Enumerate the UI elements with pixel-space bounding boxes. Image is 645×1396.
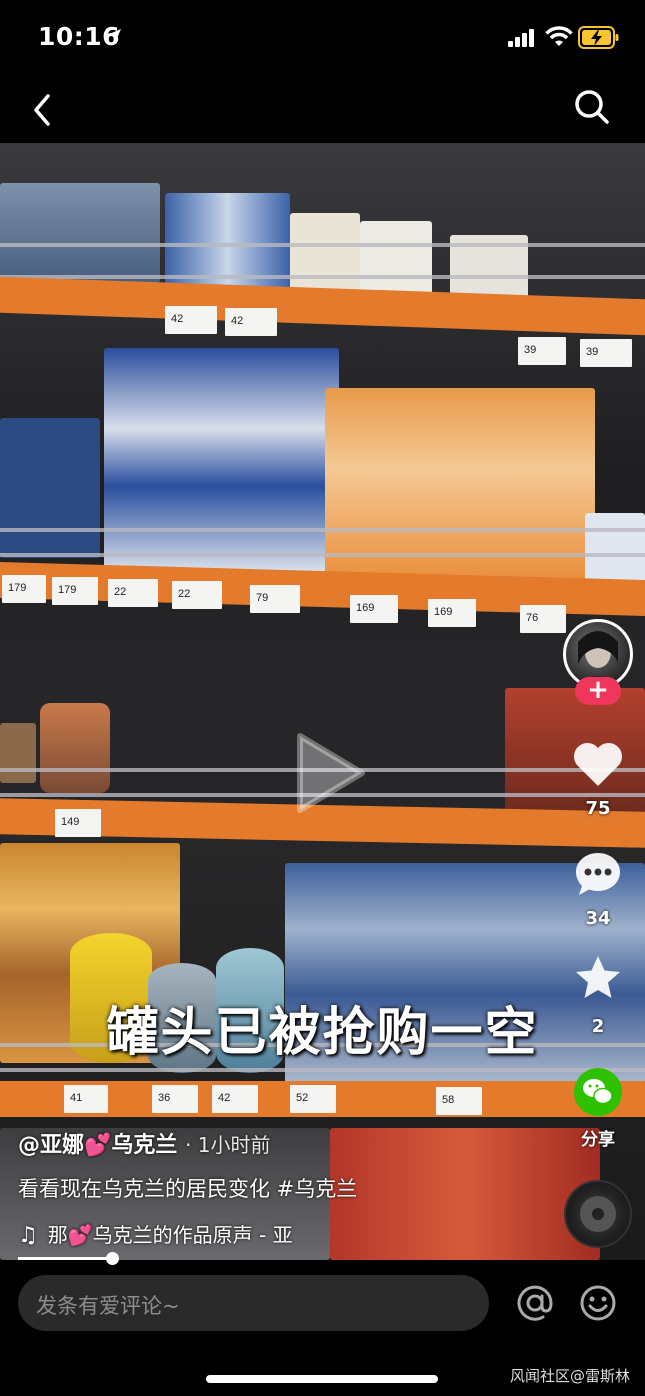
price-tag: 42: [165, 306, 217, 334]
price-tag: 52: [290, 1085, 336, 1113]
comment-input[interactable]: 发条有爱评论~: [18, 1275, 489, 1331]
video-progress-bar[interactable]: [18, 1257, 112, 1260]
wifi-icon: [545, 26, 573, 46]
like-count: 75: [585, 798, 611, 819]
follow-button[interactable]: +: [575, 677, 621, 705]
search-icon[interactable]: [573, 88, 611, 126]
video-subtitle: 罐头已被抢购一空: [106, 1003, 539, 1063]
tuna-boxes: [104, 348, 339, 578]
comment-bubble-icon[interactable]: [574, 850, 622, 898]
author-name[interactable]: @亚娜💕乌克兰: [18, 1133, 177, 1158]
price-tag: 41: [64, 1085, 108, 1113]
wechat-share-icon[interactable]: [573, 1067, 623, 1117]
music-note-icon: ♫: [18, 1223, 38, 1248]
price-tag: 22: [108, 579, 158, 607]
post-time: · 1小时前: [185, 1133, 271, 1157]
favorite-count: 2: [591, 1016, 605, 1037]
play-icon[interactable]: [290, 728, 370, 818]
author-line[interactable]: @亚娜💕乌克兰 · 1小时前: [18, 1127, 271, 1159]
battery-charging-icon: [578, 26, 619, 49]
blue-tins: [0, 418, 100, 558]
emoji-icon[interactable]: [579, 1284, 617, 1322]
mention-at-icon[interactable]: [516, 1284, 554, 1322]
price-tag: 79: [250, 585, 300, 613]
price-tag: 169: [350, 595, 398, 623]
music-line[interactable]: ♫ 那💕乌克兰的作品原声 - 亚: [18, 1219, 293, 1248]
home-indicator[interactable]: [206, 1375, 438, 1383]
price-tag: 76: [520, 605, 566, 633]
price-tag: 36: [152, 1085, 198, 1113]
price-tag: 149: [55, 809, 101, 837]
jar-stack: [0, 723, 36, 783]
red-jars: [330, 1128, 600, 1260]
music-disc[interactable]: [564, 1180, 632, 1248]
video-player[interactable]: 42 42 39 39 179 179 22 22 79 169 169 76 …: [0, 143, 645, 1260]
cellular-signal-icon: [508, 29, 534, 47]
price-tag: 42: [225, 308, 277, 336]
price-tag: 179: [2, 575, 46, 603]
price-tag: 58: [436, 1087, 482, 1115]
price-tag: 22: [172, 581, 222, 609]
price-tag: 42: [212, 1085, 258, 1113]
share-label: 分享: [581, 1130, 615, 1150]
video-description[interactable]: 看看现在乌克兰的居民变化 #乌克兰: [18, 1173, 357, 1203]
rio-mare-tins: [325, 388, 595, 588]
music-disc-art: [580, 1196, 616, 1232]
video-progress-handle[interactable]: [106, 1252, 119, 1265]
status-bar: 10:16: [0, 0, 645, 80]
price-tag: 179: [52, 577, 98, 605]
like-heart-icon[interactable]: [572, 740, 624, 788]
back-button[interactable]: [28, 90, 58, 130]
watermark: 风闻社区@雷斯林: [510, 1367, 631, 1385]
price-tag: 169: [428, 599, 476, 627]
comment-count: 34: [585, 908, 611, 929]
price-tag: 39: [580, 339, 632, 367]
music-title: 那💕乌克兰的作品原声 - 亚: [47, 1223, 293, 1247]
favorite-star-icon[interactable]: [573, 954, 623, 1002]
glass-jar: [40, 703, 110, 793]
location-arrow-icon: [107, 29, 121, 43]
price-tag: 39: [518, 337, 566, 365]
tin-stack: [0, 183, 160, 283]
